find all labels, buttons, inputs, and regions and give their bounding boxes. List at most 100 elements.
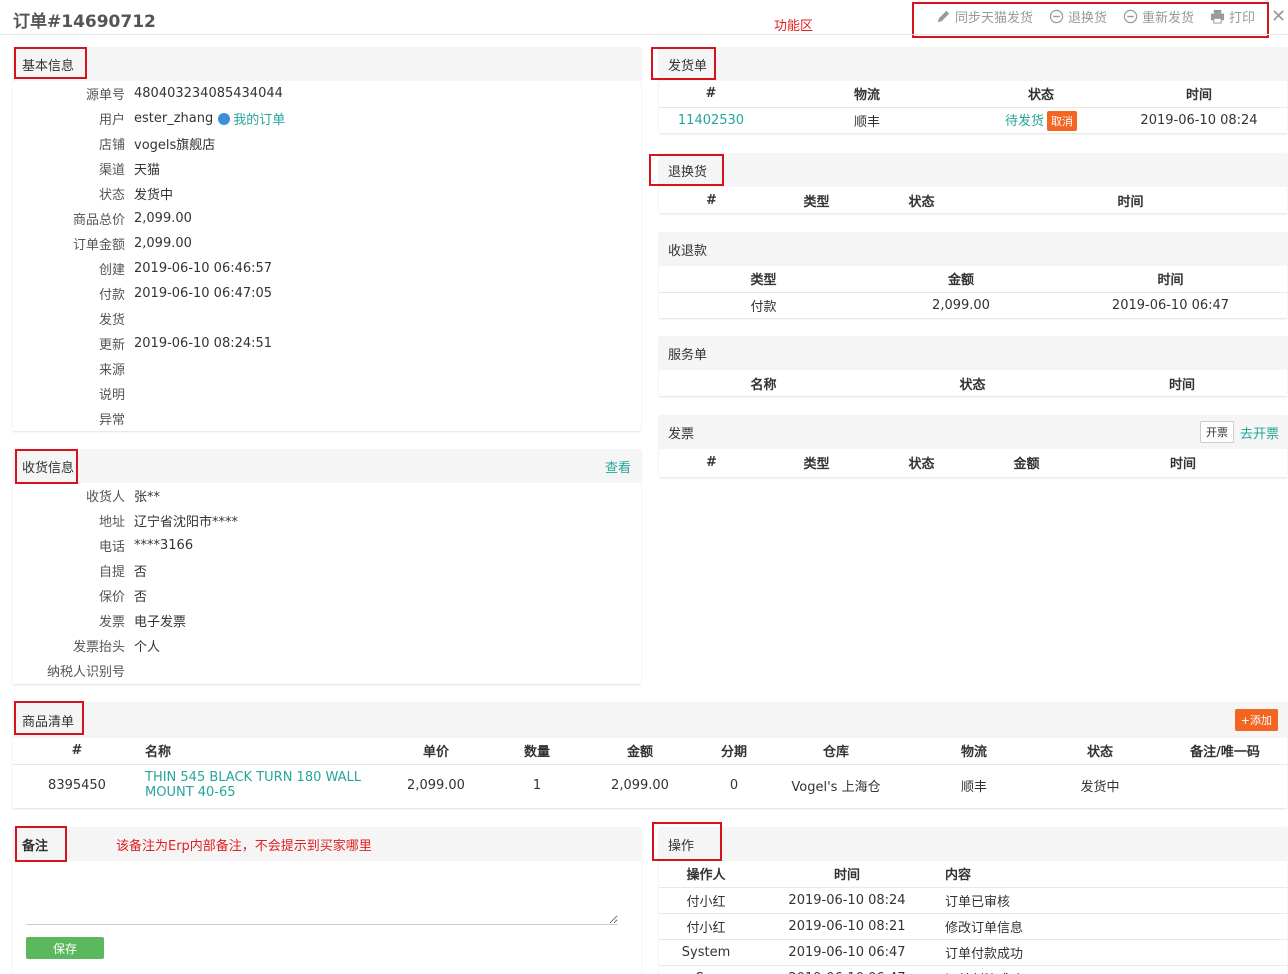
- kv-row: 发票 电子发票: [98, 615, 187, 630]
- kv-row: 更新 2019-06-10 08:24:51: [98, 336, 273, 353]
- issue-invoice-button[interactable]: 开票: [1199, 421, 1234, 443]
- basic-info-header: 基本信息: [13, 47, 641, 81]
- shipment-panel: 发货单 # 物流 状态 时间 11402530 顺丰 待发货 取消 2019-06…: [659, 47, 1287, 133]
- returns-table: # 类型 状态 时间: [659, 187, 1287, 213]
- receiver-panel: 收货信息 查看 收货人 张** 地址 辽宁省沈阳市**** 电话 ****3166 自…: [13, 449, 641, 684]
- page-title: 订单#14690712: [13, 12, 156, 32]
- kv-row: 订单金额 2,099.00: [72, 236, 192, 253]
- invoice-header: 发票 开票 去开票: [659, 415, 1287, 449]
- function-area-label: 功能区: [774, 19, 814, 34]
- remark-textarea[interactable]: [26, 861, 618, 925]
- kv-row: 发票抬头 个人: [72, 640, 161, 655]
- refund-header: 收退款: [659, 232, 1287, 266]
- save-button[interactable]: 保存: [26, 937, 104, 959]
- kv-row: 商品总价 2,099.00: [72, 211, 192, 228]
- service-panel: 服务单 名称 状态 时间: [659, 336, 1287, 396]
- products-header: 商品清单 +添加: [13, 702, 1287, 738]
- kv-row: 电话 ****3166: [98, 538, 194, 555]
- products-table: # 名称 单价 数量 金额 分期 仓库 物流 状态 备注/唯一码 8395450…: [13, 738, 1287, 806]
- kv-row: 收货人 张**: [85, 490, 161, 505]
- table-row: 付小红 2019-06-10 08:21 修改订单信息: [659, 912, 1287, 939]
- shipment-header: 发货单: [659, 47, 1287, 81]
- kv-row: 来源: [98, 363, 125, 378]
- kv-row: 说明: [98, 388, 125, 403]
- returns-highlight: [649, 154, 724, 186]
- table-header-row: 类型 金额 时间: [750, 273, 1184, 289]
- shipment-table: # 物流 状态 时间 11402530 顺丰 待发货 取消 2019-06-10 …: [659, 81, 1287, 133]
- minus-circle-icon: [1049, 9, 1064, 24]
- products-panel: 商品清单 +添加 # 名称 单价 数量 金额 分期 仓库 物流 状态 备注/唯一…: [13, 702, 1287, 808]
- shipment-status: 待发货: [1004, 113, 1044, 129]
- kv-row: 纳税人识别号: [46, 665, 125, 680]
- table-header-row: # 类型 状态 时间: [706, 192, 1144, 210]
- invoice-panel: 发票 开票 去开票 # 类型 状态 金额 时间: [659, 415, 1287, 477]
- cancel-button[interactable]: 取消: [1047, 110, 1077, 131]
- table-header-row: 名称 状态 时间: [750, 377, 1195, 393]
- basic-info-highlight: [14, 47, 87, 79]
- kv-row: 发货: [98, 313, 125, 328]
- receiver-header: 收货信息 查看: [13, 449, 641, 483]
- table-header-row: # 物流 状态 时间: [705, 86, 1212, 104]
- kv-row: 店铺 vogels旗舰店: [98, 138, 216, 153]
- operations-header: 操作: [659, 827, 1287, 861]
- print-button[interactable]: 打印: [1210, 7, 1255, 26]
- returns-panel: 退换货 # 类型 状态 时间: [659, 153, 1287, 213]
- service-header: 服务单: [659, 336, 1287, 370]
- kv-row: 渠道 天猫: [98, 163, 161, 178]
- pencil-icon: [937, 10, 950, 23]
- basic-info-panel: 基本信息 源单号 480403234085434044 用户 ester_zhang…: [13, 47, 641, 431]
- kv-row: 保价否: [98, 590, 148, 605]
- remark-note: 该备注为Erp内部备注，不会提示到买家哪里: [116, 839, 372, 854]
- service-table: 名称 状态 时间: [659, 370, 1287, 396]
- shipment-highlight: [651, 47, 716, 80]
- returns-header: 退换货: [659, 153, 1287, 187]
- table-header-row: # 类型 状态 金额 时间: [706, 454, 1196, 472]
- refund-table: 类型 金额 时间 付款 2,099.00 2019-06-10 06:47: [659, 266, 1287, 318]
- kv-row: 用户 ester_zhang 我的订单: [98, 109, 286, 128]
- kv-row: 异常: [98, 413, 125, 428]
- kv-row: 源单号 480403234085434044: [85, 86, 283, 103]
- table-row: 付款 2,099.00 2019-06-10 06:47: [659, 291, 1287, 318]
- view-link[interactable]: 查看: [605, 457, 631, 476]
- reship-button[interactable]: 重新发货: [1123, 7, 1194, 26]
- service-title: 服务单: [668, 347, 708, 363]
- go-issue-invoice-link[interactable]: 去开票: [1240, 423, 1279, 442]
- header-divider: [0, 34, 1288, 35]
- basic-info-list: 源单号 480403234085434044 用户 ester_zhang 我的订单…: [13, 81, 641, 431]
- table-row: 11402530 顺丰 待发货 取消 2019-06-10 08:24: [659, 106, 1287, 133]
- refund-title: 收退款: [668, 243, 708, 259]
- receiver-list: 收货人 张** 地址 辽宁省沈阳市**** 电话 ****3166 自提否 保价否 发…: [13, 483, 641, 683]
- shipment-id-link[interactable]: 11402530: [678, 113, 744, 128]
- minus-circle-icon: [1123, 9, 1138, 24]
- table-row: System 2019-06-10 06:47 订单付款成功: [659, 938, 1287, 965]
- table-row: 付小红 2019-06-10 08:24 订单已审核: [659, 886, 1287, 913]
- add-product-button[interactable]: +添加: [1234, 709, 1278, 731]
- return-exchange-button[interactable]: 退换货: [1049, 7, 1107, 26]
- remark-body: 保存: [13, 861, 641, 959]
- kv-row: 状态 发货中: [98, 188, 174, 203]
- close-icon[interactable]: ✕: [1271, 6, 1286, 27]
- invoice-table: # 类型 状态 金额 时间: [659, 449, 1287, 475]
- operations-panel: 操作 操作人 时间 内容 付小红 2019-06-10 08:24 订单已审核 …: [659, 827, 1287, 974]
- invoice-title: 发票: [668, 426, 695, 442]
- operations-table: 操作人 时间 内容 付小红 2019-06-10 08:24 订单已审核 付小红…: [659, 861, 1287, 974]
- kv-row: 付款 2019-06-10 06:47:05: [98, 286, 273, 303]
- operations-highlight: [652, 822, 722, 861]
- receiver-highlight: [15, 449, 78, 484]
- globe-icon: [218, 112, 231, 125]
- table-row: 8395450 THIN 545 BLACK TURN 180 WALL MOU…: [13, 763, 1287, 806]
- refund-panel: 收退款 类型 金额 时间 付款 2,099.00 2019-06-10 06:4…: [659, 232, 1287, 318]
- product-name-link[interactable]: THIN 545 BLACK TURN 180 WALL MOUNT 40-65: [145, 770, 361, 800]
- toolbar: 同步天猫发货 退换货 重新发货 打印: [936, 7, 1255, 26]
- printer-icon: [1210, 9, 1225, 24]
- table-header-row: 操作人 时间 内容: [686, 868, 972, 884]
- kv-row: 自提否: [98, 565, 148, 580]
- table-row: S... 2019-06-10 06:47 订单创建成功: [659, 964, 1287, 974]
- my-orders-link[interactable]: 我的订单: [233, 109, 285, 128]
- products-highlight: [14, 701, 84, 735]
- sync-tmall-button[interactable]: 同步天猫发货: [936, 7, 1033, 26]
- table-header-row: # 名称 单价 数量 金额 分期 仓库 物流 状态 备注/唯一码: [71, 743, 1260, 761]
- kv-row: 地址 辽宁省沈阳市****: [98, 515, 239, 530]
- remark-highlight: [15, 826, 67, 862]
- kv-row: 创建 2019-06-10 06:46:57: [98, 261, 273, 278]
